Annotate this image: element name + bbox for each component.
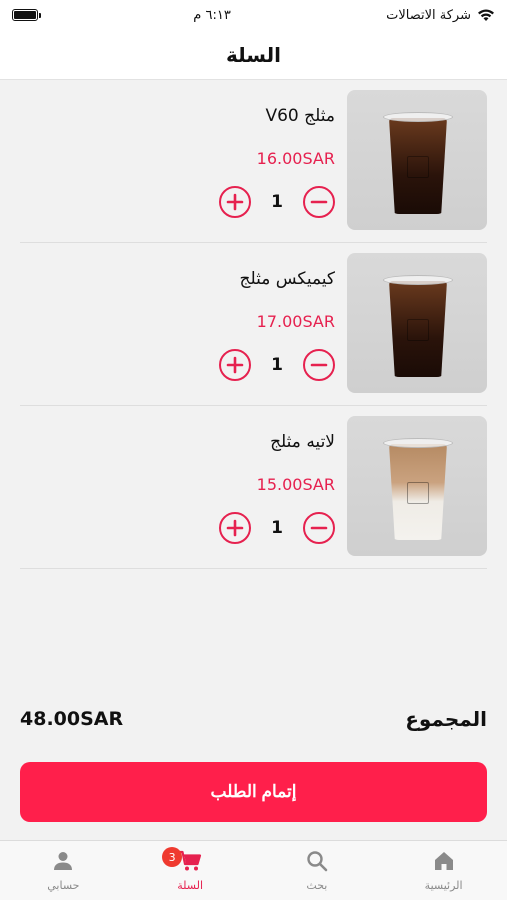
item-name: لاتيه مثلج [270,432,335,452]
page-title: السلة [225,42,281,67]
tab-bar: حسابي 3 السلة بحث الرئيسية [0,840,507,900]
product-image [347,253,487,393]
quantity-value: 1 [271,192,283,212]
item-name: كيميكس مثلج [239,269,335,289]
tab-account[interactable]: حسابي [0,841,127,900]
tab-label: حسابي [47,879,80,892]
decrease-quantity-button[interactable] [303,512,335,544]
total-amount: 48.00SAR [20,708,124,730]
battery-area [12,9,41,21]
plus-icon [226,193,244,211]
minus-icon [310,200,328,204]
minus-icon [310,363,328,367]
quantity-value: 1 [271,518,283,538]
status-time: ٦:١٣ م [193,7,231,23]
tab-label: بحث [306,879,328,892]
total-label: المجموع [405,707,487,731]
quantity-value: 1 [271,355,283,375]
quantity-stepper: 1 [219,512,335,544]
battery-icon [12,9,41,21]
item-price: 15.00SAR [256,475,335,494]
cart-item: لاتيه مثلج 15.00SAR 1 [20,406,487,569]
cart-list: مثلج V60 16.00SAR 1 كيميكس مثلج 17.00SAR… [20,80,487,569]
quantity-stepper: 1 [219,349,335,381]
plus-icon [226,356,244,374]
cart-count-badge: 3 [162,847,183,867]
status-bar: ٦:١٣ م شركة الاتصالات [0,0,507,30]
item-price: 16.00SAR [256,149,335,168]
cart-item: مثلج V60 16.00SAR 1 [20,80,487,243]
checkout-button[interactable]: إتمام الطلب [20,762,487,822]
cart-item: كيميكس مثلج 17.00SAR 1 [20,243,487,406]
carrier-name: شركة الاتصالات [386,7,471,23]
increase-quantity-button[interactable] [219,186,251,218]
home-icon [434,852,453,870]
item-name: مثلج V60 [265,106,335,126]
minus-icon [310,526,328,530]
decrease-quantity-button[interactable] [303,349,335,381]
tab-label: الرئيسية [424,879,463,892]
carrier-area: شركة الاتصالات [386,8,495,23]
quantity-stepper: 1 [219,186,335,218]
product-image [347,90,487,230]
tab-label: السلة [177,879,203,892]
plus-icon [226,519,244,537]
product-image [347,416,487,556]
increase-quantity-button[interactable] [219,512,251,544]
cart-icon [179,850,202,871]
wifi-icon [478,9,494,21]
search-icon [307,851,328,872]
increase-quantity-button[interactable] [219,349,251,381]
header: السلة [0,30,507,80]
decrease-quantity-button[interactable] [303,186,335,218]
item-price: 17.00SAR [256,312,335,331]
user-icon [54,852,73,870]
total-row: 48.00SAR المجموع [20,703,487,735]
tab-search[interactable]: بحث [254,841,381,900]
tab-cart[interactable]: 3 السلة [127,841,254,900]
tab-home[interactable]: الرئيسية [380,841,507,900]
